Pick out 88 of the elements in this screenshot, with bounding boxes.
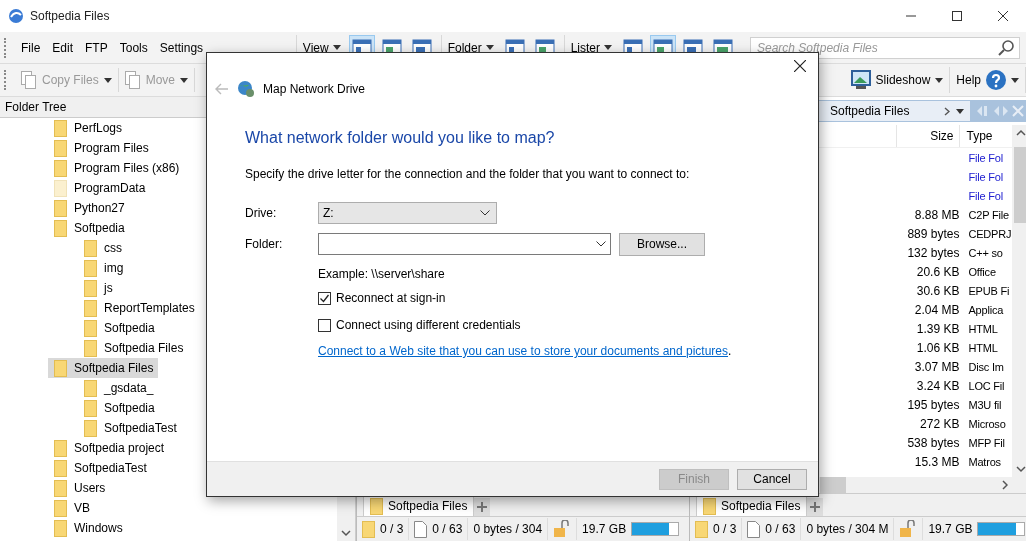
folder-count: 0 / 3	[713, 522, 737, 536]
layout-dropdown[interactable]: Lister	[570, 40, 612, 55]
tree-item[interactable]: ProgramData	[48, 178, 151, 198]
size-cell-text: 2.04 MB	[913, 302, 961, 317]
folder-tab[interactable]: Softpedia Files	[696, 495, 808, 516]
tree-item[interactable]: Windows	[48, 518, 128, 538]
type-cell-text: C2P File	[967, 208, 1010, 221]
menu-item[interactable]: Edit	[46, 37, 80, 58]
tree-item[interactable]: Softpedia	[78, 318, 160, 338]
tree-item[interactable]: Program Files	[48, 138, 154, 158]
size-count: 0 bytes / 304	[473, 522, 543, 536]
size-cell-text: 30.6 KB	[915, 283, 961, 298]
dialog-heading: What network folder would you like to map?	[245, 129, 556, 147]
size-cell-text: 1.06 KB	[915, 340, 961, 355]
window-title: Softpedia Files	[30, 9, 111, 23]
size-cell-text: 132 bytes	[906, 245, 961, 260]
type-cell-text: HTML	[967, 322, 999, 335]
tree-item[interactable]: Softpedia	[48, 218, 130, 238]
type-cell-text: C++ so	[967, 246, 1004, 259]
type-cell-text: MFP Fil	[967, 436, 1006, 449]
web-site-link[interactable]: Connect to a Web site that you can use to store your documents and pictures	[318, 344, 728, 358]
type-cell-text: File Fol	[967, 151, 1004, 164]
field-label: Drive:	[245, 206, 278, 220]
layout-dropdown[interactable]: Folder	[447, 40, 494, 55]
layout-dropdown[interactable]: View	[302, 40, 341, 55]
free-space: 19.7 GB	[928, 522, 973, 536]
menu-item[interactable]: FTP	[79, 37, 114, 58]
type-cell-text: CEDPRJ	[967, 227, 1013, 240]
type-cell-text: Applica	[967, 303, 1005, 316]
tree-item[interactable]: _gsdata_	[78, 378, 159, 398]
type-cell-text: HTML	[967, 341, 999, 354]
size-cell-text: 8.88 MB	[913, 207, 961, 222]
drive-dropdown[interactable]: Z:	[318, 202, 497, 224]
size-cell-text: 1.39 KB	[915, 321, 961, 336]
tree-item[interactable]: img	[78, 258, 129, 278]
type-cell-text: LOC Fil	[967, 379, 1006, 392]
search-field[interactable]: Search Softpedia Files	[750, 36, 1020, 59]
tree-item[interactable]: ReportTemplates	[78, 298, 200, 318]
menu-item[interactable]: Tools	[113, 37, 154, 58]
dialog-title: Map Network Drive	[263, 82, 366, 96]
column-header[interactable]: Size	[896, 125, 960, 147]
size-cell-text: 20.6 KB	[915, 264, 961, 279]
type-cell-text: File Fol	[967, 189, 1004, 202]
type-cell-text: Microso	[967, 417, 1007, 430]
tree-item[interactable]: VB	[48, 498, 95, 518]
type-cell-text: Matros	[967, 455, 1002, 468]
tree-item[interactable]: PerfLogs	[48, 118, 128, 138]
tree-item[interactable]: js	[78, 278, 118, 298]
tree-item[interactable]: Softpedia Files	[48, 358, 159, 378]
checkbox-label: Connect using different credentials	[336, 318, 521, 332]
folder-tab[interactable]: Softpedia Files	[363, 495, 475, 516]
toolbar-button[interactable]: Slideshow	[844, 67, 951, 93]
size-cell-text: 15.3 MB	[913, 454, 961, 469]
tree-item[interactable]: Program Files (x86)	[48, 158, 185, 178]
size-cell-text: 538 bytes	[906, 435, 961, 450]
tree-item[interactable]: Softpedia project	[48, 438, 170, 458]
instruction-text: Specify the drive letter for the connection and the folder that you want to connect to:	[245, 167, 691, 181]
type-cell-text: M3U fil	[967, 398, 1003, 411]
period-text: .	[728, 344, 732, 358]
tree-item[interactable]: SoftpediaTest	[48, 458, 152, 478]
file-count: 0 / 63	[765, 522, 796, 536]
menu-item[interactable]: File	[15, 37, 47, 58]
size-cell-text: 3.07 MB	[913, 359, 961, 374]
tree-item[interactable]: Users	[48, 478, 111, 498]
type-cell-text: Office	[967, 265, 997, 278]
tree-item[interactable]: Softpedia Files	[78, 338, 189, 358]
size-cell-text: 3.24 KB	[915, 378, 961, 393]
example-text: Example: \\server\share	[318, 267, 446, 281]
size-count: 0 bytes / 304 M	[806, 522, 889, 536]
size-cell-text: 195 bytes	[906, 397, 961, 412]
tree-item[interactable]: Python27	[48, 198, 130, 218]
tree-item[interactable]: SoftpediaTest	[78, 418, 182, 438]
folder-count: 0 / 3	[380, 522, 404, 536]
checkbox-label: Reconnect at sign-in	[336, 291, 446, 305]
field-label: Folder:	[245, 237, 284, 251]
tree-item[interactable]: Softpedia	[78, 398, 160, 418]
size-cell-text: 272 KB	[919, 416, 961, 431]
dialog-button[interactable]: Cancel	[737, 468, 807, 490]
tree-item[interactable]: css	[78, 238, 127, 258]
toolbar-button[interactable]: Help	[950, 67, 1026, 93]
file-count: 0 / 63	[432, 522, 463, 536]
type-cell-text: Disc Im	[967, 360, 1005, 373]
size-cell-text: 889 bytes	[906, 226, 961, 241]
browse-button[interactable]: Browse...	[619, 232, 705, 256]
type-cell-text: EPUB Fi	[967, 284, 1011, 297]
type-cell-text: File Fol	[967, 170, 1004, 183]
free-space: 19.7 GB	[582, 522, 627, 536]
menu-item[interactable]: Settings	[153, 37, 210, 58]
